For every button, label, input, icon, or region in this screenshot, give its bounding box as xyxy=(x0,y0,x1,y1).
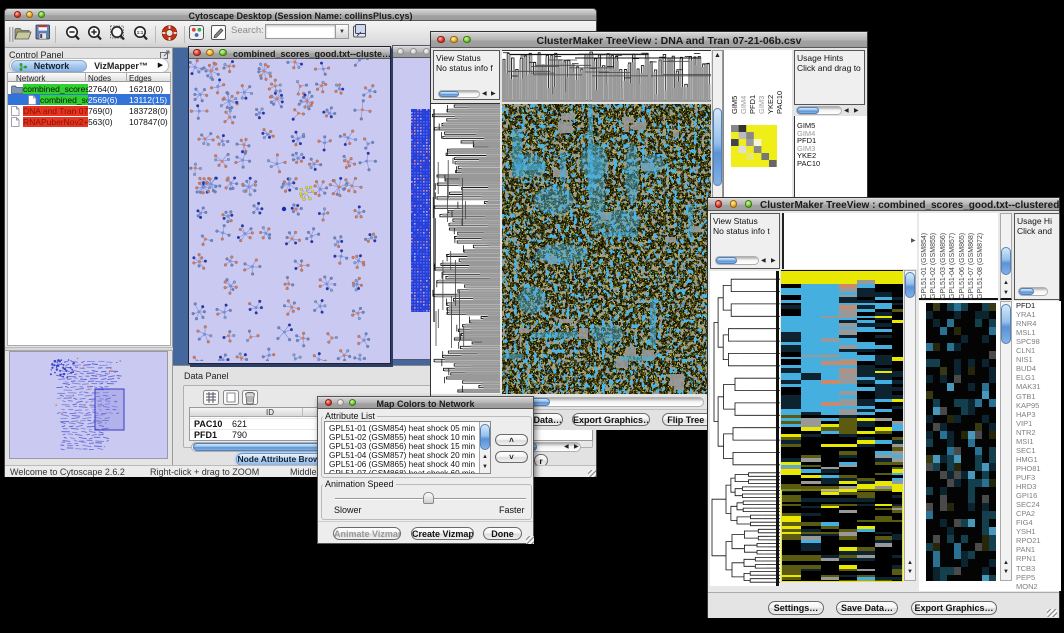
svg-text:1:1: 1:1 xyxy=(137,30,144,35)
